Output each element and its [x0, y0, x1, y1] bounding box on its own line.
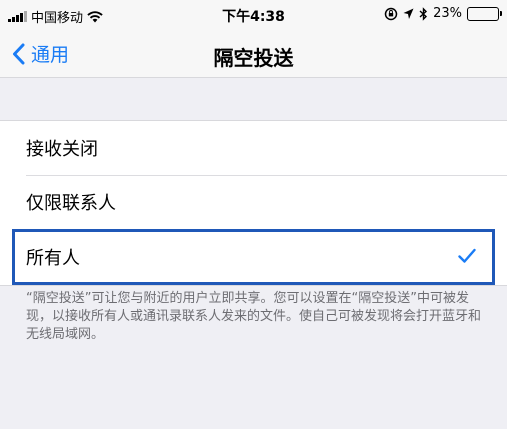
bluetooth-icon	[419, 6, 428, 21]
location-icon	[403, 8, 414, 19]
option-receiving-off[interactable]: 接收关闭	[0, 121, 507, 175]
checkmark-icon	[458, 248, 476, 263]
option-contacts-only[interactable]: 仅限联系人	[0, 175, 507, 229]
status-bar: 中国移动 下午4:38 23%	[0, 0, 507, 30]
lock-rotation-icon	[384, 7, 398, 20]
battery-icon	[467, 6, 502, 21]
airdrop-options-list: 接收关闭 仅限联系人 所有人	[0, 120, 507, 286]
battery-percent: 23%	[433, 6, 462, 21]
page-title: 隔空投送	[213, 46, 294, 70]
option-everyone[interactable]: 所有人	[12, 229, 495, 285]
option-label: 仅限联系人	[26, 193, 116, 214]
option-label: 所有人	[26, 248, 80, 269]
navigation-bar: 通用 隔空投送	[0, 30, 507, 78]
status-right: 23%	[384, 6, 502, 21]
option-label: 接收关闭	[26, 139, 98, 160]
footer-description: “隔空投送”可让您与附近的用户立即共享。您可以设置在“隔空投送”中可被发现，以接…	[26, 291, 482, 342]
